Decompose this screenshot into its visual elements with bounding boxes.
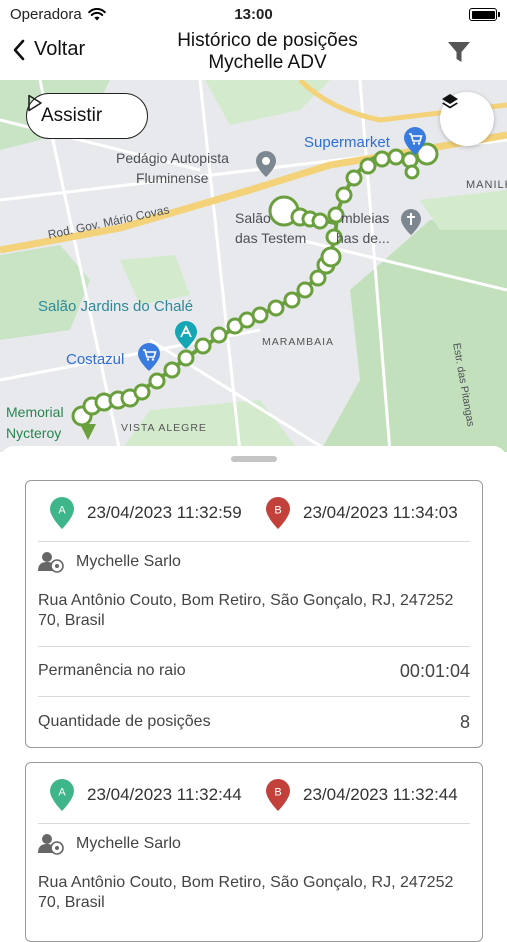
map-label-toll-line2: Fluminense [136,170,209,186]
address: Rua Antônio Couto, Bom Retiro, São Gonça… [38,591,470,631]
map-label-memorial-line2: Nycteroy [6,425,62,441]
map-label-marambaia: MARAMBAIA [262,336,335,348]
clock: 13:00 [234,6,273,23]
end-time: 23/04/2023 11:32:44 [303,785,458,804]
address-line1: Rua Antônio Couto, Bom Retiro, São Gonça… [38,592,454,609]
start-marker-icon: A [50,497,74,529]
page-title-line2: Mychelle ADV [208,52,327,73]
map-pin-icon [256,151,276,177]
divider [38,541,470,542]
playground-pin-icon [175,321,197,349]
end-time: 23/04/2023 11:34:03 [303,503,458,522]
history-card[interactable]: A 23/04/2023 11:32:44 B 23/04/2023 11:32… [25,762,483,942]
user-location-icon [38,834,64,855]
start-marker-icon: A [50,779,74,811]
shopping-cart-pin-icon [404,127,426,155]
cart-pin-icon [138,343,160,371]
address-line1: Rua Antônio Couto, Bom Retiro, São Gonça… [38,874,454,891]
svg-text:B: B [274,505,281,517]
play-button[interactable]: Assistir [26,93,148,139]
layers-icon [442,94,458,109]
svg-text:B: B [274,787,281,799]
svg-text:A: A [58,505,66,517]
map-label-church-b: mbleias [341,210,390,226]
stay-value: 00:01:04 [399,661,470,681]
church-pin-icon [401,209,421,235]
svg-text:A: A [58,787,66,799]
map-label-church-a: Salão [235,210,271,226]
map-label-supermarket: Supermarket [304,134,390,151]
map-label-costazul: Costazul [66,351,125,368]
filter-icon [448,42,470,62]
route-end-marker [80,424,96,440]
play-icon [28,94,42,112]
back-button[interactable]: Voltar [12,38,85,61]
battery-icon [469,8,500,21]
address: Rua Antônio Couto, Bom Retiro, São Gonça… [38,873,470,913]
divider [38,696,470,697]
play-button-label: Assistir [41,105,103,126]
address-line2: 70, Brasil [38,894,105,911]
user-name: Mychelle Sarlo [76,835,181,852]
page-title: Histórico de posições Mychelle ADV [130,30,405,74]
nav-bar: Voltar Histórico de posições Mychelle AD… [0,28,507,80]
user-location-icon [38,552,64,573]
time-range-row: A 23/04/2023 11:32:44 B 23/04/2023 11:32… [26,763,482,823]
page-title-line1: Histórico de posições [177,30,358,51]
time-range-row: A 23/04/2023 11:32:59 B 23/04/2023 11:34… [26,481,482,541]
map-label-salao: Salão Jardins do Chalé [38,298,194,315]
user-row: Mychelle Sarlo [38,833,181,855]
count-value: 8 [459,712,470,732]
user-name: Mychelle Sarlo [76,553,181,570]
map-label-church-d: has de... [336,230,390,246]
layers-button[interactable] [440,92,494,146]
back-label: Voltar [34,38,86,60]
map-label-manilha: MANILHA [466,179,507,191]
status-bar: Operadora 13:00 [0,0,507,28]
map-label-vista-alegre: VISTA ALEGRE [121,422,207,434]
history-sheet[interactable]: A 23/04/2023 11:32:59 B 23/04/2023 11:34… [0,446,507,942]
address-line2: 70, Brasil [38,612,105,629]
history-card[interactable]: A 23/04/2023 11:32:59 B 23/04/2023 11:34… [25,480,483,748]
stay-label: Permanência no raio [38,662,186,679]
filter-button[interactable] [447,40,471,69]
map-label-toll: Pedágio Autopista [116,150,229,166]
divider [38,823,470,824]
start-time: 23/04/2023 11:32:44 [87,785,242,804]
sheet-handle[interactable] [231,456,277,462]
divider [38,646,470,647]
map-label-memorial: Memorial [6,404,64,420]
chevron-left-icon [13,39,25,60]
end-marker-icon: B [266,779,290,811]
end-marker-icon: B [266,497,290,529]
map-label-church-c: das Testem [235,230,307,246]
count-label: Quantidade de posições [38,713,211,730]
map-view[interactable]: Pedágio Autopista Fluminense Supermarket… [0,80,507,452]
user-row: Mychelle Sarlo [38,551,181,573]
start-time: 23/04/2023 11:32:59 [87,503,242,522]
